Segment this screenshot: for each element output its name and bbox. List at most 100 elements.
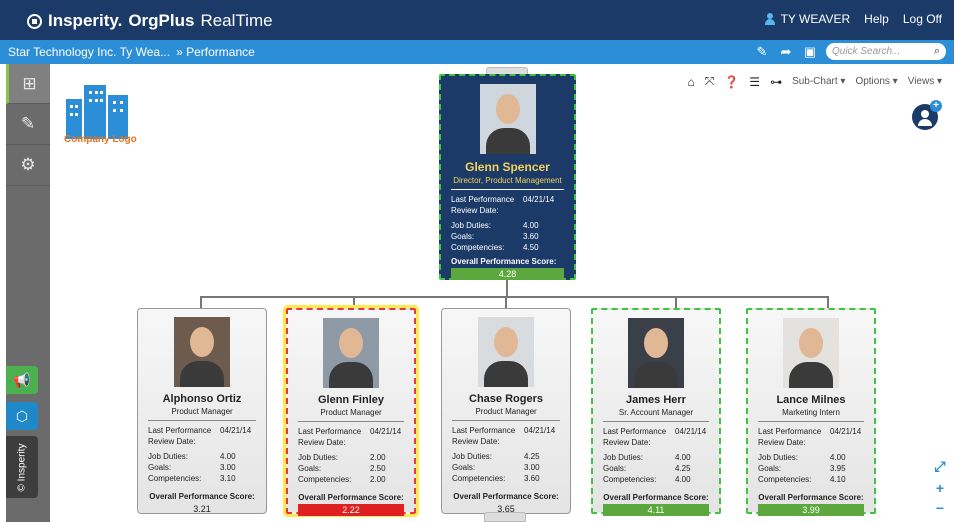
job-duties-value: 4.00 — [523, 221, 539, 230]
list-icon[interactable]: ☰ — [749, 75, 760, 89]
connector — [827, 296, 829, 308]
edit-nav-icon[interactable]: ✎ — [6, 104, 50, 145]
employee-photo — [323, 318, 379, 388]
goals-value: 3.00 — [524, 463, 540, 472]
top-nav: TY WEAVER Help Log Off — [764, 12, 942, 26]
brand-name: Insperity. — [48, 11, 123, 30]
employee-photo — [783, 318, 839, 388]
collapse-down-tab[interactable] — [484, 512, 526, 522]
org-chart-nav-icon[interactable]: ⊞ — [6, 64, 50, 104]
review-date-label: Last Performance Review Date: — [298, 427, 362, 447]
overall-score-label: Overall Performance Score: — [453, 492, 559, 501]
goals-label: Goals: — [452, 463, 476, 472]
goals-label: Goals: — [451, 232, 475, 241]
connector — [505, 296, 507, 308]
help-icon[interactable]: ❓ — [724, 75, 739, 89]
pencil-icon[interactable]: ✎ — [754, 44, 770, 60]
breadcrumb-company[interactable]: Star Technology Inc. Ty Wea... — [8, 45, 170, 59]
search-icon[interactable]: ⌕ — [934, 45, 940, 58]
app-brand[interactable]: Insperity. OrgPlus RealTime — [27, 11, 273, 31]
review-date-label: Last Performance Review Date: — [452, 426, 516, 446]
goals-label: Goals: — [148, 463, 172, 472]
user-name: TY WEAVER — [780, 12, 851, 26]
employee-title: Product Manager — [475, 407, 537, 416]
search-input[interactable]: Quick Search... ⌕ — [826, 43, 946, 60]
employee-name: Glenn Spencer — [465, 160, 550, 174]
competencies-label: Competencies: — [452, 474, 506, 483]
competencies-value: 3.60 — [524, 474, 540, 483]
competencies-value: 2.00 — [370, 475, 386, 484]
user-menu[interactable]: TY WEAVER — [764, 12, 851, 26]
presentation-icon[interactable]: ▣ — [802, 44, 818, 60]
org-chart-canvas[interactable]: Company Logo ⌂ ⤧ ❓ ☰ ⊶ Sub-Chart ▾ Optio… — [50, 64, 954, 522]
add-person-icon[interactable]: + — [912, 100, 942, 130]
chart-toolbar: ⌂ ⤧ ❓ ☰ ⊶ Sub-Chart ▾ Options ▾ Views ▾ — [687, 74, 942, 89]
employee-card[interactable]: Chase Rogers Product Manager Last Performa… — [441, 308, 571, 514]
connector — [506, 278, 508, 296]
product-name: OrgPlus — [128, 11, 195, 30]
options-menu[interactable]: Options ▾ — [855, 76, 897, 87]
edition-name: RealTime — [200, 11, 273, 30]
settings-nav-icon[interactable]: ⚙ — [6, 145, 50, 186]
insperity-logo-icon — [27, 13, 42, 29]
megaphone-icon[interactable]: 📢 — [6, 366, 38, 394]
job-duties-label: Job Duties: — [603, 453, 644, 462]
fit-icon[interactable]: ⤧ — [705, 74, 715, 89]
employee-card[interactable]: Lance Milnes Marketing Intern Last Perform… — [746, 308, 876, 516]
review-date-label: Last Performance Review Date: — [148, 426, 212, 446]
zoom-in-button[interactable]: + — [932, 480, 948, 496]
employee-photo — [628, 318, 684, 388]
competencies-label: Competencies: — [451, 243, 505, 252]
employee-name: Lance Milnes — [776, 394, 846, 406]
employee-photo — [478, 317, 534, 387]
connector — [353, 296, 355, 308]
views-menu[interactable]: Views ▾ — [908, 76, 942, 87]
overall-score-label: Overall Performance Score: — [149, 492, 255, 501]
employee-card[interactable]: Glenn Finley Product Manager Last Performa… — [286, 308, 416, 516]
review-date-label: Last Performance Review Date: — [451, 195, 515, 215]
logoff-link[interactable]: Log Off — [903, 12, 942, 26]
competencies-label: Competencies: — [603, 475, 657, 484]
goals-label: Goals: — [758, 464, 782, 473]
employee-name: James Herr — [626, 394, 686, 406]
job-duties-value: 4.00 — [675, 453, 691, 462]
job-duties-label: Job Duties: — [451, 221, 492, 230]
goals-value: 3.95 — [830, 464, 846, 473]
goals-value: 4.25 — [675, 464, 691, 473]
review-date: 04/21/14 — [524, 426, 556, 435]
employee-photo — [479, 84, 536, 154]
bread-tools: ✎ ➦ ▣ Quick Search... ⌕ — [754, 43, 946, 60]
share-icon[interactable]: ➦ — [778, 44, 794, 60]
competencies-value: 4.00 — [675, 475, 691, 484]
company-logo-text: Company Logo — [64, 134, 137, 145]
employee-card[interactable]: James Herr Sr. Account Manager Last Perfor… — [591, 308, 721, 516]
job-duties-label: Job Duties: — [452, 452, 493, 461]
user-icon — [764, 13, 775, 25]
review-date: 04/21/14 — [523, 195, 555, 204]
top-bar: Insperity. OrgPlus RealTime TY WEAVER He… — [0, 0, 954, 40]
goals-label: Goals: — [603, 464, 627, 473]
employee-title: Director, Product Management — [453, 176, 562, 185]
review-date-label: Last Performance Review Date: — [758, 427, 822, 447]
insperity-vertical-tab[interactable]: © Insperity — [6, 436, 38, 498]
job-duties-value: 4.25 — [524, 452, 540, 461]
sidebar: ⊞ ✎ ⚙ 📢 ⬡ © Insperity — [6, 64, 50, 522]
employee-title: Product Manager — [171, 407, 233, 416]
fit-screen-icon[interactable]: ⤢ — [932, 458, 948, 474]
overall-score: 2.22 — [298, 504, 404, 516]
package-icon[interactable]: ⬡ — [6, 402, 38, 430]
overall-score: 4.11 — [603, 504, 709, 516]
competencies-value: 3.10 — [220, 474, 236, 483]
help-link[interactable]: Help — [864, 12, 889, 26]
job-duties-label: Job Duties: — [758, 453, 799, 462]
employee-card[interactable]: Alphonso Ortiz Product Manager Last Perfor… — [137, 308, 267, 514]
subchart-menu[interactable]: Sub-Chart ▾ — [792, 76, 845, 87]
breadcrumb-current: » Performance — [176, 45, 255, 59]
home-icon[interactable]: ⌂ — [687, 75, 694, 89]
hierarchy-icon[interactable]: ⊶ — [770, 75, 782, 89]
employee-card-manager[interactable]: Glenn Spencer Director, Product Manageme… — [439, 74, 576, 280]
employee-photo — [174, 317, 230, 387]
employee-title: Marketing Intern — [782, 408, 840, 417]
zoom-out-button[interactable]: − — [932, 500, 948, 516]
goals-value: 3.60 — [523, 232, 539, 241]
